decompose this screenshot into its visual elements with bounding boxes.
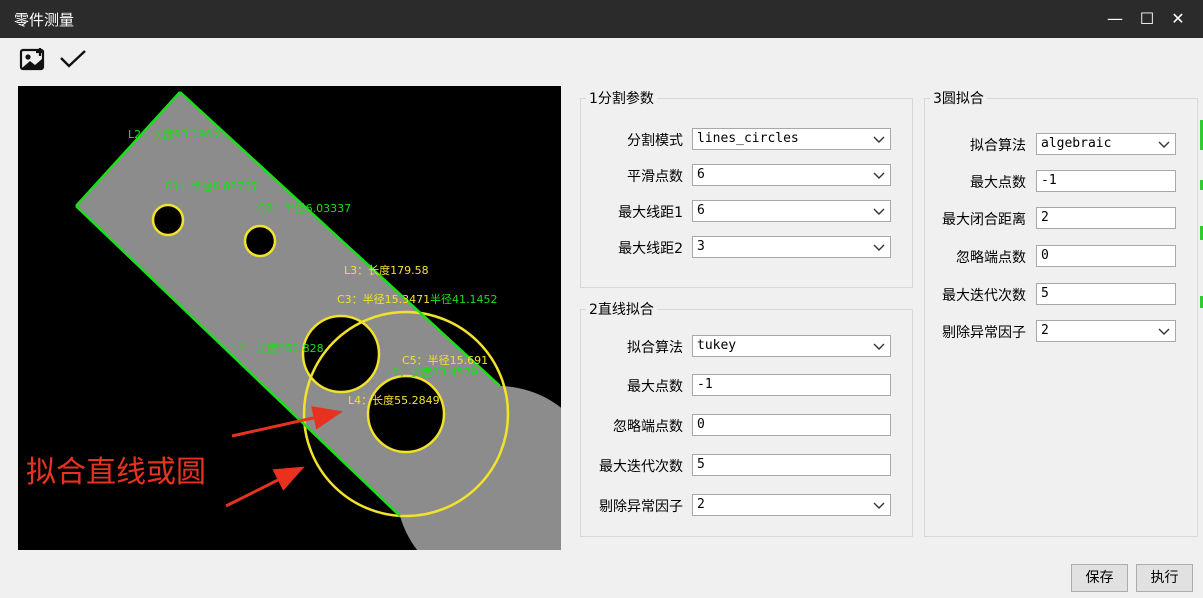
label-c5: C5：半径15.691 bbox=[402, 353, 488, 367]
circle-max-iter-label: 最大迭代次数 bbox=[942, 288, 1026, 304]
circle-ignore-points-label: 忽略端点数 bbox=[956, 250, 1026, 266]
label-c1: C1：半径8.08737 bbox=[165, 179, 258, 193]
line-algo-select[interactable]: tukey bbox=[692, 335, 891, 357]
circle-clip-select[interactable]: 2 bbox=[1036, 320, 1176, 342]
line-fit-title: 2直线拟合 bbox=[586, 299, 657, 319]
line-clip-label: 剔除异常因子 bbox=[599, 499, 683, 515]
smooth-points-label: 平滑点数 bbox=[627, 169, 683, 185]
window-title: 零件测量 bbox=[14, 11, 75, 29]
pointer-arrow-2 bbox=[225, 466, 305, 508]
label-c2: C2：半径6.03337 bbox=[258, 201, 351, 215]
close-button[interactable]: ✕ bbox=[1167, 8, 1189, 30]
chevron-down-icon bbox=[873, 244, 885, 251]
max-line-dist2-label: 最大线距2 bbox=[618, 241, 683, 257]
checkmark-icon bbox=[60, 50, 86, 68]
label-c3: C3：半径15.3471 bbox=[337, 292, 430, 306]
max-line-dist1-select[interactable]: 6 bbox=[692, 200, 891, 222]
line-algo-label: 拟合算法 bbox=[627, 340, 683, 356]
image-viewer[interactable]: L2：长度93.1983 C1：半径8.08737 C2：半径6.03337 L… bbox=[18, 86, 561, 550]
chevron-down-icon bbox=[873, 208, 885, 215]
circle-clip-label: 剔除异常因子 bbox=[942, 325, 1026, 341]
line-max-points-input[interactable]: -1 bbox=[692, 374, 891, 396]
title-bar: 零件测量 — ☐ ✕ bbox=[0, 0, 1203, 38]
chevron-down-icon bbox=[1158, 328, 1170, 335]
seg-mode-value: lines_circles bbox=[697, 131, 799, 146]
segmentation-group bbox=[580, 98, 913, 288]
label-l5: L5：长度33.4579 bbox=[386, 365, 478, 379]
label-l3: L3：长度179.58 bbox=[344, 263, 429, 277]
circle-algo-value: algebraic bbox=[1041, 136, 1112, 151]
measurement-canvas[interactable]: L2：长度93.1983 C1：半径8.08737 C2：半径6.03337 L… bbox=[18, 86, 561, 550]
chevron-down-icon bbox=[1158, 141, 1170, 148]
line-max-points-label: 最大点数 bbox=[627, 379, 683, 395]
circle-closure-input[interactable]: 2 bbox=[1036, 207, 1176, 229]
max-line-dist2-select[interactable]: 3 bbox=[692, 236, 891, 258]
toolbar bbox=[0, 38, 1203, 80]
chevron-down-icon bbox=[873, 502, 885, 509]
open-image-button[interactable] bbox=[18, 45, 48, 73]
max-line-dist1-value: 6 bbox=[697, 203, 705, 218]
label-l4: L4：长度55.2849 bbox=[348, 393, 440, 407]
max-line-dist1-label: 最大线距1 bbox=[618, 205, 683, 221]
line-clip-value: 2 bbox=[697, 497, 705, 512]
segmentation-title: 1分割参数 bbox=[586, 88, 657, 108]
circle-max-iter-input[interactable]: 5 bbox=[1036, 283, 1176, 305]
label-l2: L2：长度93.1983 bbox=[128, 127, 220, 141]
circle-algo-select[interactable]: algebraic bbox=[1036, 133, 1176, 155]
circle-clip-value: 2 bbox=[1041, 323, 1049, 338]
line-algo-value: tukey bbox=[697, 338, 737, 353]
run-button[interactable]: 执行 bbox=[1136, 564, 1193, 592]
maximize-button[interactable]: ☐ bbox=[1136, 8, 1158, 30]
circle-fit-title: 3圆拟合 bbox=[930, 88, 987, 108]
circle-closure-label: 最大闭合距离 bbox=[942, 212, 1026, 228]
line-ignore-points-input[interactable]: 0 bbox=[692, 414, 891, 436]
circle-algo-label: 拟合算法 bbox=[970, 138, 1026, 154]
confirm-button[interactable] bbox=[58, 45, 88, 73]
label-c4: 半径41.1452 bbox=[430, 292, 498, 306]
image-plus-icon bbox=[19, 48, 45, 71]
circle-max-points-input[interactable]: -1 bbox=[1036, 170, 1176, 192]
chevron-down-icon bbox=[873, 343, 885, 350]
max-line-dist2-value: 3 bbox=[697, 239, 705, 254]
save-button[interactable]: 保存 bbox=[1071, 564, 1128, 592]
chevron-down-icon bbox=[873, 172, 885, 179]
circle-max-points-label: 最大点数 bbox=[970, 175, 1026, 191]
hole-c1 bbox=[151, 203, 185, 237]
smooth-points-select[interactable]: 6 bbox=[692, 164, 891, 186]
seg-mode-label: 分割模式 bbox=[627, 133, 683, 149]
line-clip-select[interactable]: 2 bbox=[692, 494, 891, 516]
smooth-points-value: 6 bbox=[697, 167, 705, 182]
line-max-iter-input[interactable]: 5 bbox=[692, 454, 891, 476]
circle-ignore-points-input[interactable]: 0 bbox=[1036, 245, 1176, 267]
hole-c2 bbox=[243, 224, 277, 258]
minimize-button[interactable]: — bbox=[1104, 8, 1126, 30]
line-ignore-points-label: 忽略端点数 bbox=[613, 419, 683, 435]
line-max-iter-label: 最大迭代次数 bbox=[599, 459, 683, 475]
circle-fit-group bbox=[924, 98, 1198, 537]
hole-c5 bbox=[366, 374, 446, 454]
seg-mode-select[interactable]: lines_circles bbox=[692, 128, 891, 150]
label-l1: L1：长度150.828 bbox=[232, 341, 324, 355]
chevron-down-icon bbox=[873, 136, 885, 143]
overlay-caption: 拟合直线或圆 bbox=[26, 455, 206, 490]
